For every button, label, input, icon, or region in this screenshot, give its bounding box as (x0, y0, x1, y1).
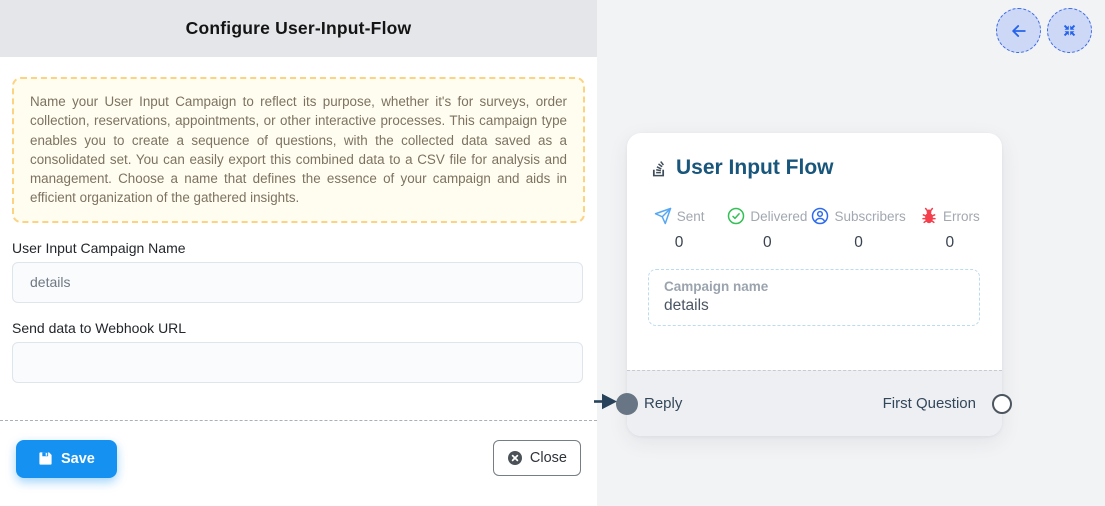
configure-user-input-flow-screen: Configure User-Input-Flow Name your User… (0, 0, 1105, 506)
card-footer: Reply First Question (627, 370, 1002, 436)
save-button-label: Save (61, 451, 95, 467)
info-callout: Name your User Input Campaign to reflect… (12, 77, 585, 223)
person-circle-icon (811, 207, 829, 225)
stat-sent: Sent 0 (635, 207, 723, 252)
save-button[interactable]: Save (16, 440, 117, 478)
config-panel: Configure User-Input-Flow Name your User… (0, 0, 597, 506)
webhook-url-label: Send data to Webhook URL (12, 320, 585, 336)
campaign-name-input[interactable] (12, 262, 583, 303)
stat-value: 0 (763, 234, 772, 252)
card-title-row: User Input Flow (627, 133, 1002, 180)
first-question-output-port[interactable] (992, 394, 1012, 414)
save-icon (38, 451, 53, 466)
stat-errors: Errors 0 (906, 207, 994, 252)
campaign-name-label: User Input Campaign Name (12, 240, 585, 256)
close-button[interactable]: Close (493, 440, 581, 476)
fit-view-button[interactable] (1047, 8, 1092, 53)
flow-canvas[interactable]: User Input Flow Sent 0 (597, 0, 1105, 506)
user-input-flow-node[interactable]: User Input Flow Sent 0 (627, 133, 1002, 436)
card-title: User Input Flow (676, 156, 834, 180)
stat-value: 0 (946, 234, 955, 252)
close-icon (507, 450, 523, 466)
stat-value: 0 (675, 234, 684, 252)
stack-icon (649, 159, 668, 178)
close-button-label: Close (530, 450, 567, 466)
page-title: Configure User-Input-Flow (186, 18, 412, 39)
stats-row: Sent 0 Delivered 0 (627, 207, 1002, 252)
stat-label: Subscribers (834, 209, 905, 224)
stat-subscribers: Subscribers 0 (811, 207, 905, 252)
campaign-name-display[interactable]: Campaign name details (648, 269, 980, 326)
canvas-controls (996, 8, 1092, 53)
compress-view-icon (1061, 22, 1078, 39)
stat-value: 0 (854, 234, 863, 252)
campaign-name-display-label: Campaign name (664, 279, 964, 294)
panel-body: Name your User Input Campaign to reflect… (0, 77, 597, 478)
panel-header: Configure User-Input-Flow (0, 0, 597, 57)
campaign-name-display-value: details (664, 297, 964, 315)
stat-label: Delivered (750, 209, 807, 224)
stat-label: Errors (943, 209, 980, 224)
bug-icon (920, 207, 938, 225)
back-arrow-icon (1009, 21, 1029, 41)
first-question-label: First Question (883, 395, 976, 412)
reply-label: Reply (644, 395, 682, 412)
reply-input-handle[interactable] (616, 393, 638, 415)
webhook-url-input[interactable] (12, 342, 583, 383)
stat-delivered: Delivered 0 (723, 207, 811, 252)
check-circle-icon (727, 207, 745, 225)
stat-label: Sent (677, 209, 705, 224)
send-icon (654, 207, 672, 225)
action-bar: Save Close (12, 421, 585, 478)
back-button[interactable] (996, 8, 1041, 53)
